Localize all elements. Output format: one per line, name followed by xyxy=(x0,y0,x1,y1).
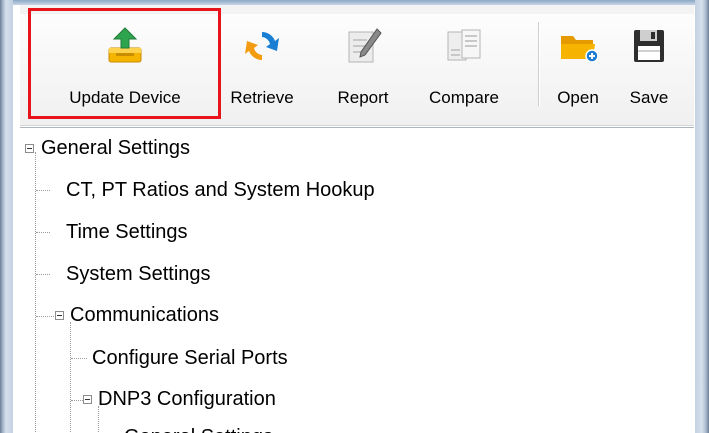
collapse-toggle-icon[interactable] xyxy=(55,311,64,320)
tree-item-general-settings[interactable]: General Settings xyxy=(41,134,190,162)
tree-connector xyxy=(71,358,87,359)
window-frame-right xyxy=(695,0,709,433)
tree-item-communications[interactable]: Communications xyxy=(70,301,219,329)
floppy-disk-icon xyxy=(634,30,664,62)
tree-connector xyxy=(36,232,50,233)
tree-connector xyxy=(70,322,71,433)
report-pen-icon xyxy=(348,28,382,63)
open-label: Open xyxy=(557,88,599,107)
upload-tray-icon xyxy=(108,27,142,63)
toolbar-separator xyxy=(538,22,540,106)
update-device-label: Update Device xyxy=(69,88,181,107)
tree-item-ct-pt-ratios[interactable]: CT, PT Ratios and System Hookup xyxy=(66,176,375,204)
report-button[interactable]: Report xyxy=(325,14,401,113)
tree-connector xyxy=(36,274,50,275)
tree-item-configure-serial-ports[interactable]: Configure Serial Ports xyxy=(92,344,288,372)
retrieve-button[interactable]: Retrieve xyxy=(220,14,304,113)
tree-connector xyxy=(36,190,50,191)
update-device-button[interactable]: Update Device xyxy=(32,14,218,113)
save-label: Save xyxy=(629,88,669,107)
application-window: Update Device Retrieve Report Compare Op… xyxy=(0,0,709,433)
tree-item-time-settings[interactable]: Time Settings xyxy=(66,218,188,246)
folder-open-icon xyxy=(561,36,598,63)
window-frame-left xyxy=(0,0,13,433)
tree-item-dnp3-configuration[interactable]: DNP3 Configuration xyxy=(98,385,276,413)
refresh-icon xyxy=(245,32,279,60)
retrieve-label: Retrieve xyxy=(230,88,294,107)
compare-button[interactable]: Compare xyxy=(414,14,514,113)
tree-item-dnp3-general-settings[interactable]: General Settings xyxy=(124,423,273,433)
compare-label: Compare xyxy=(429,88,499,107)
tree-item-system-settings[interactable]: System Settings xyxy=(66,260,211,288)
report-label: Report xyxy=(337,88,389,107)
save-button[interactable]: Save xyxy=(618,14,680,113)
tree-connector xyxy=(35,152,36,433)
open-button[interactable]: Open xyxy=(546,14,610,113)
compare-documents-icon xyxy=(447,29,481,61)
collapse-toggle-icon[interactable] xyxy=(83,395,92,404)
collapse-toggle-icon[interactable] xyxy=(25,144,34,153)
settings-tree: General Settings CT, PT Ratios and Syste… xyxy=(20,127,694,433)
